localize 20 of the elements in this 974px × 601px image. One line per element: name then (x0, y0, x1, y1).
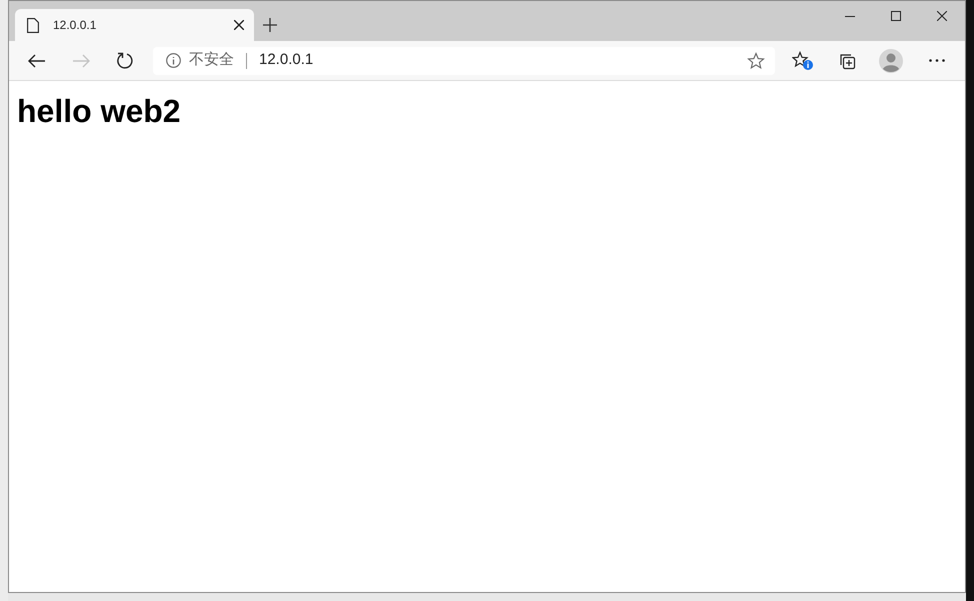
collections-icon (838, 52, 856, 70)
star-icon[interactable] (747, 52, 765, 70)
tab-title: 12.0.0.1 (53, 17, 96, 34)
back-arrow-icon (28, 54, 46, 68)
security-label: 不安全 (189, 50, 234, 70)
refresh-icon (116, 52, 134, 70)
info-icon (166, 53, 181, 68)
browser-tab[interactable]: 12.0.0.1 (15, 9, 254, 41)
star-list-icon (792, 50, 814, 70)
avatar-icon (879, 48, 903, 72)
forward-arrow-icon (72, 54, 90, 68)
page-icon (27, 18, 39, 32)
close-tab-icon[interactable] (234, 20, 244, 30)
page-heading: hello web2 (17, 92, 182, 131)
address-bar[interactable]: 不安全 12.0.0.1 (153, 46, 775, 74)
url-text: 12.0.0.1 (259, 50, 314, 70)
maximize-icon (891, 11, 901, 21)
more-icon (929, 59, 945, 62)
close-icon (937, 11, 947, 21)
plus-icon (263, 18, 277, 32)
